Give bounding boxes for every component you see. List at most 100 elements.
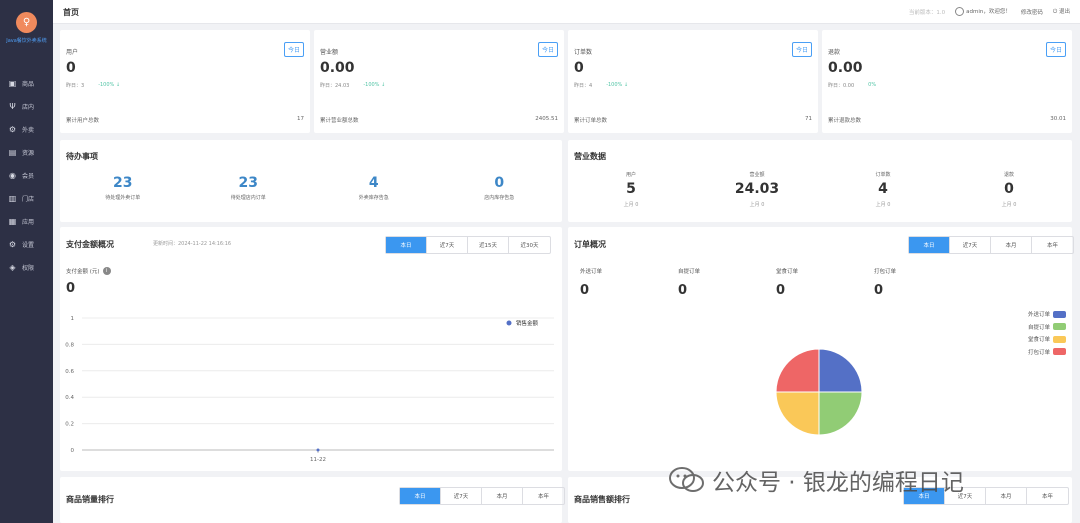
stat-total-value: 71 <box>805 116 812 122</box>
stat-card: 营业额 今日 0.00 昨日：24.03 -100% ↓ 累计营业额总数 2405.51 <box>314 30 564 133</box>
top-bar: 首页 当前版本：1.0 admin，欢迎您！ 修改密码 ⏻ 退出 <box>53 0 1080 24</box>
today-badge[interactable]: 今日 <box>791 42 812 57</box>
top-right-actions: 当前版本：1.0 admin，欢迎您！ 修改密码 ⏻ 退出 <box>909 7 1070 16</box>
todo-grid: 23 待处理外卖订单 23 待处理店内订单 4 外卖库存告急 0 店内库存告急 <box>60 175 562 201</box>
business-prev: 上月 0 <box>1001 202 1017 208</box>
todo-label: 待处理外卖订单 <box>105 195 141 201</box>
orders-card: 订单概况 本日 近7天 本月 本年 外送订单 0 自提订单 0 堂食订单 0 打包订单 0 外送订单… <box>568 227 1074 471</box>
sidebar-item-1[interactable]: Ψ 店内 <box>0 95 53 118</box>
logo-glyph: ♀ <box>22 17 31 28</box>
wechat-icon <box>669 467 704 492</box>
user-menu[interactable]: admin，欢迎您！ <box>955 7 1011 16</box>
y-tick-label: 1 <box>71 316 75 322</box>
sidebar-item-label: 商品 <box>22 81 35 88</box>
sidebar-item-label: 应用 <box>22 219 35 226</box>
stat-yesterday: 昨日：24.03 <box>320 83 350 89</box>
payment-card: 支付金额概况 更新时间：2024-11-22 14:16:16 本日 近7天 近15… <box>60 227 562 471</box>
stat-change: 0% <box>868 82 877 88</box>
tab-2[interactable]: 本月 <box>986 488 1027 504</box>
stat-total-label: 累计退款总数 <box>828 118 862 124</box>
stat-change: -100% ↓ <box>363 82 386 88</box>
todo-item[interactable]: 0 店内库存告急 <box>437 175 563 201</box>
todo-label: 店内库存告急 <box>484 195 515 201</box>
tab-3[interactable]: 本年 <box>1027 488 1068 504</box>
stat-card: 退款 今日 0.00 昨日：0.00 0% 累计退款总数 30.01 <box>822 30 1072 133</box>
tab-2[interactable]: 本月 <box>482 488 523 504</box>
change-password-link[interactable]: 修改密码 <box>1021 8 1043 16</box>
store-icon: ▥ <box>8 194 17 203</box>
sidebar-item-label: 门店 <box>22 196 35 203</box>
todo-count: 23 <box>113 175 133 191</box>
stat-yesterday: 昨日：3 <box>66 83 85 89</box>
stat-footer: 累计用户总数 17 <box>66 116 304 124</box>
todo-item[interactable]: 23 待处理外卖订单 <box>60 175 186 201</box>
business-value: 5 <box>626 181 636 197</box>
revenue-rank-title: 商品销售额排行 <box>574 495 630 504</box>
stat-value: 0.00 <box>320 60 355 76</box>
stat-label: 用户 <box>66 49 79 56</box>
sidebar-nav: ▣ 商品 Ψ 店内 ⚙ 外卖 ▤ 资源 ◉ 会员 ▥ 门店 ▦ 应用 ⚙ 设置 ◈ 权限 <box>0 72 53 279</box>
sidebar-item-6[interactable]: ▦ 应用 <box>0 210 53 233</box>
sidebar-item-0[interactable]: ▣ 商品 <box>0 72 53 95</box>
business-value: 0 <box>1004 181 1014 197</box>
legend-marker <box>506 320 512 326</box>
y-tick-label: 0 <box>71 448 75 454</box>
business-title: 营业数据 <box>574 152 606 161</box>
sidebar-item-label: 权限 <box>22 265 35 272</box>
stat-value: 0.00 <box>828 60 863 76</box>
line-point <box>316 448 320 452</box>
gear-icon: ⚙ <box>8 240 17 249</box>
tab-1[interactable]: 近7天 <box>441 488 482 504</box>
pie-slice[interactable] <box>818 391 863 436</box>
watermark-text: 公众号 · 银龙的编程日记 <box>712 470 964 496</box>
business-item: 营业额 24.03 上月 0 <box>694 171 820 208</box>
stat-change: -100% ↓ <box>606 82 629 88</box>
sales-rank-card: 商品销量排行 本日 近7天 本月 本年 <box>60 477 565 523</box>
y-tick-label: 0.6 <box>65 369 74 375</box>
today-badge[interactable]: 今日 <box>537 42 558 57</box>
y-tick-label: 0.2 <box>65 422 74 428</box>
todo-item[interactable]: 23 待处理店内订单 <box>186 175 312 201</box>
business-value: 4 <box>878 181 888 197</box>
today-badge[interactable]: 今日 <box>1045 42 1066 57</box>
brand-logo[interactable]: ♀ <box>16 12 37 33</box>
sidebar-item-label: 外卖 <box>22 127 35 134</box>
tab-0[interactable]: 本日 <box>400 488 441 504</box>
sidebar-item-label: 会员 <box>22 173 35 180</box>
user-icon: ◉ <box>9 171 16 180</box>
stat-card: 订单数 今日 0 昨日：4 -100% ↓ 累计订单总数 71 <box>568 30 818 133</box>
user-greeting: admin，欢迎您！ <box>966 9 1011 15</box>
stat-compare: 昨日：24.03 -100% ↓ <box>320 82 385 89</box>
business-value: 24.03 <box>734 181 780 197</box>
business-prev: 上月 0 <box>749 202 765 208</box>
sidebar-item-8[interactable]: ◈ 权限 <box>0 256 53 279</box>
avatar-icon <box>955 7 965 16</box>
sidebar-item-4[interactable]: ◉ 会员 <box>0 164 53 187</box>
sidebar-item-label: 设置 <box>22 242 35 249</box>
stat-total-value: 2405.51 <box>535 116 558 122</box>
stat-value: 0 <box>66 60 76 76</box>
business-prev: 上月 0 <box>875 202 891 208</box>
sidebar-item-5[interactable]: ▥ 门店 <box>0 187 53 210</box>
logout-button[interactable]: ⏻ 退出 <box>1053 7 1070 16</box>
pie-slice[interactable] <box>818 348 863 393</box>
tab-3[interactable]: 本年 <box>523 488 564 504</box>
stat-yesterday: 昨日：0.00 <box>828 83 855 89</box>
fork-knife-icon: Ψ <box>9 102 16 111</box>
todo-item[interactable]: 4 外卖库存告急 <box>311 175 437 201</box>
business-card: 营业数据 用户 5 上月 0 营业额 24.03 上月 0 订单数 4 上月 0 退款 0 上月 0 <box>568 140 1072 222</box>
todo-card: 待办事项 23 待处理外卖订单 23 待处理店内订单 4 外卖库存告急 0 店内库存告急 <box>60 140 562 222</box>
sidebar: ♀ Java餐饮外卖系统 ▣ 商品 Ψ 店内 ⚙ 外卖 ▤ 资源 ◉ 会员 ▥ 门店 ▦ 应用 ⚙ 设置 ◈ 权限 <box>0 0 53 523</box>
pie-slice[interactable] <box>775 348 820 393</box>
payment-line-chart: 0 0.2 0.4 0.6 0.8 1 11-22 销售金额 <box>65 316 554 463</box>
sidebar-item-7[interactable]: ⚙ 设置 <box>0 233 53 256</box>
stat-footer: 累计订单总数 71 <box>574 116 812 124</box>
business-label: 订单数 <box>875 172 891 178</box>
pie-slice[interactable] <box>775 391 820 436</box>
sidebar-item-3[interactable]: ▤ 资源 <box>0 141 53 164</box>
stat-compare: 昨日：3 -100% ↓ <box>66 82 120 89</box>
business-label: 营业额 <box>749 172 765 178</box>
shield-icon: ◈ <box>9 263 16 272</box>
sidebar-item-2[interactable]: ⚙ 外卖 <box>0 118 53 141</box>
today-badge[interactable]: 今日 <box>283 42 304 57</box>
